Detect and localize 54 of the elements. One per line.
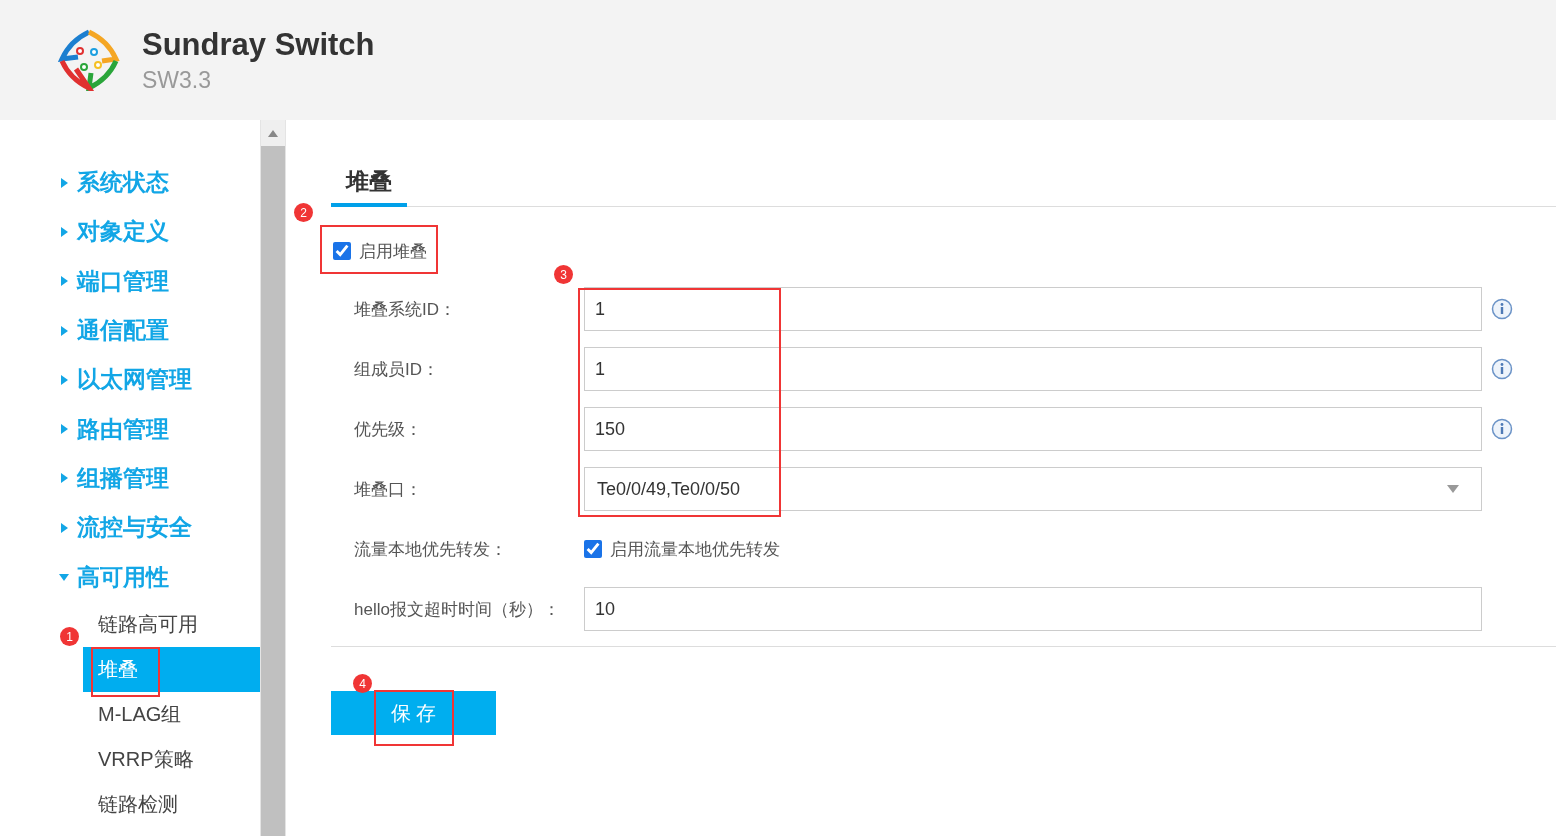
app-title: Sundray Switch bbox=[142, 26, 375, 63]
dropdown[interactable]: Te0/0/49,Te0/0/50 bbox=[584, 467, 1482, 511]
menu-item[interactable]: 堆叠 bbox=[83, 646, 260, 692]
field-label: 优先级： bbox=[354, 418, 423, 441]
input-field[interactable]: 10 bbox=[584, 587, 1482, 631]
step-number: 4 bbox=[353, 674, 372, 693]
menu-group[interactable]: 路由管理 bbox=[0, 404, 260, 454]
save-button[interactable]: 保 存 bbox=[331, 691, 496, 735]
caret-down-icon bbox=[59, 572, 69, 582]
input-field[interactable]: 1 bbox=[584, 287, 1482, 331]
highlight-frame bbox=[91, 647, 160, 697]
menu-item[interactable]: VRRP策略 bbox=[83, 736, 260, 782]
menu-group[interactable]: 端口管理 bbox=[0, 256, 260, 306]
field-label: hello报文超时时间（秒）： bbox=[354, 598, 561, 621]
scroll-up-icon[interactable] bbox=[268, 129, 278, 137]
menu-item[interactable]: 链路检测 bbox=[83, 781, 260, 827]
caret-right-icon bbox=[59, 473, 69, 484]
checkbox-label: 启用堆叠 bbox=[359, 240, 427, 263]
menu-group[interactable]: 通信配置 bbox=[0, 305, 260, 356]
menu-group[interactable]: 系统状态 bbox=[0, 158, 260, 208]
field-label: 组成员ID： bbox=[354, 358, 440, 381]
menu-group[interactable]: 组播管理 bbox=[0, 453, 260, 504]
menu-group[interactable]: 以太网管理 bbox=[0, 355, 260, 405]
checkbox-label: 启用流量本地优先转发 bbox=[610, 538, 780, 561]
caret-right-icon bbox=[59, 522, 69, 533]
info-icon[interactable] bbox=[1491, 418, 1513, 440]
caret-right-icon bbox=[59, 177, 69, 188]
logo-icon bbox=[58, 29, 120, 91]
tab[interactable]: 堆叠 bbox=[331, 160, 407, 207]
info-icon[interactable] bbox=[1491, 298, 1513, 320]
checkbox[interactable] bbox=[333, 242, 351, 260]
caret-down-icon bbox=[1447, 485, 1459, 493]
version-label: SW3.3 bbox=[142, 66, 213, 94]
checkbox[interactable] bbox=[584, 540, 602, 558]
step-number: 2 bbox=[294, 203, 313, 222]
step-number: 1 bbox=[60, 627, 79, 646]
menu-group[interactable]: 对象定义 bbox=[0, 207, 260, 257]
input-field[interactable]: 150 bbox=[584, 407, 1482, 451]
caret-right-icon bbox=[59, 226, 69, 237]
menu-item[interactable]: 链路高可用 bbox=[83, 601, 260, 647]
field-label: 堆叠口： bbox=[354, 478, 423, 501]
scrollbar[interactable] bbox=[260, 120, 286, 836]
menu-item[interactable]: M-LAG组 bbox=[83, 691, 260, 737]
field-label: 堆叠系统ID： bbox=[354, 298, 457, 321]
input-field[interactable]: 1 bbox=[584, 347, 1482, 391]
caret-right-icon bbox=[59, 325, 69, 336]
step-number: 3 bbox=[554, 265, 573, 284]
menu-group[interactable]: 高可用性 bbox=[0, 552, 260, 602]
caret-right-icon bbox=[59, 374, 69, 385]
field-label: 流量本地优先转发： bbox=[354, 538, 508, 561]
info-icon[interactable] bbox=[1491, 358, 1513, 380]
caret-right-icon bbox=[59, 276, 69, 287]
menu-group[interactable]: 流控与安全 bbox=[0, 503, 260, 553]
caret-right-icon bbox=[59, 424, 69, 435]
